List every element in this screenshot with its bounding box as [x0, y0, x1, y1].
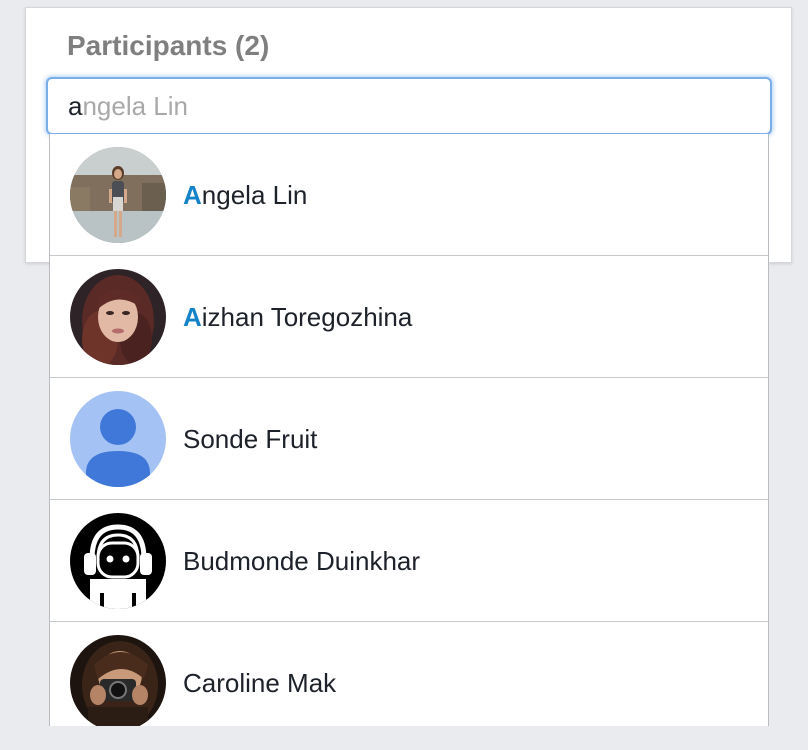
- suggestion-name: Sonde Fruit: [183, 422, 317, 456]
- suggestion-name: Caroline Mak: [183, 666, 336, 700]
- name-rest: ngela Lin: [201, 180, 308, 210]
- name-match-highlight: A: [183, 180, 202, 210]
- suggestion-name: Budmonde Duinkhar: [183, 544, 420, 578]
- name-rest: Sonde Fruit: [183, 424, 318, 454]
- headphones-robot-icon: [70, 513, 166, 609]
- avatar: [70, 147, 166, 243]
- suggestion-item[interactable]: Angela Lin: [50, 134, 768, 256]
- photo-woman-portrait-icon: [70, 269, 166, 365]
- suggestion-dropdown: Angela Lin Aizhan Toregozhina Sonde Frui…: [49, 134, 769, 726]
- photo-woman-standing-icon: [70, 147, 166, 243]
- participant-search-input[interactable]: angela Lin: [46, 77, 772, 135]
- name-rest: izhan Toregozhina: [201, 302, 413, 332]
- avatar: [70, 269, 166, 365]
- search-typed-text: a: [68, 91, 83, 121]
- search-text: angela Lin: [68, 89, 188, 123]
- name-match-highlight: A: [183, 302, 202, 332]
- avatar: [70, 513, 166, 609]
- suggestion-name: Angela Lin: [183, 178, 307, 212]
- name-rest: Budmonde Duinkhar: [183, 546, 421, 576]
- default-user-icon: [70, 391, 166, 487]
- suggestion-item[interactable]: Caroline Mak: [50, 622, 768, 726]
- participants-title: Participants (2): [67, 30, 270, 61]
- photo-camera-selfie-icon: [70, 635, 166, 726]
- suggestion-item[interactable]: Sonde Fruit: [50, 378, 768, 500]
- name-rest: Caroline Mak: [183, 668, 337, 698]
- avatar: [70, 635, 166, 726]
- avatar: [70, 391, 166, 487]
- suggestion-item[interactable]: Budmonde Duinkhar: [50, 500, 768, 622]
- suggestion-item[interactable]: Aizhan Toregozhina: [50, 256, 768, 378]
- search-autocomplete-hint: ngela Lin: [82, 91, 189, 121]
- suggestion-name: Aizhan Toregozhina: [183, 300, 412, 334]
